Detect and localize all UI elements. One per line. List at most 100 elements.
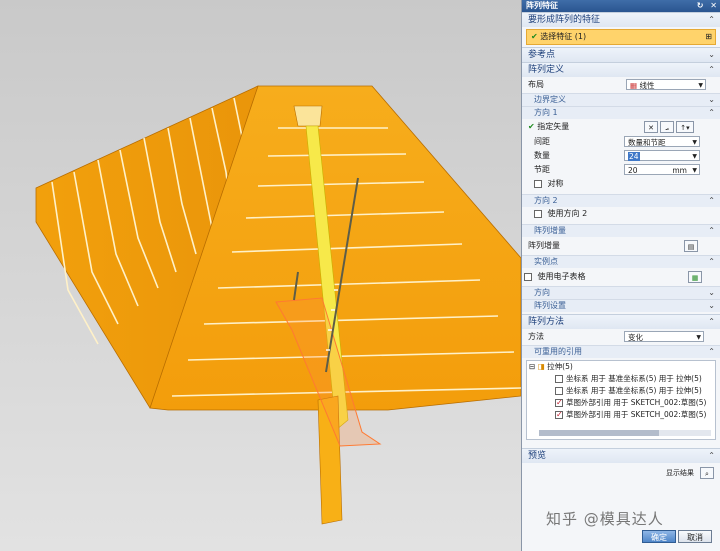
tree-root-label: 拉伸(5) (547, 362, 573, 371)
cancel-button[interactable]: 取消 (678, 530, 712, 543)
spacing-label: 间距 (534, 137, 550, 146)
tree-item-label: 草图外部引用 用于 SKETCH_002:草图(5) (566, 398, 707, 407)
section-feature-label: 要形成阵列的特征 (528, 15, 601, 25)
select-objects-icon[interactable]: ⊞ (705, 30, 712, 44)
section-preview-label: 预览 (528, 451, 547, 461)
section-pattern-method[interactable]: 阵列方法 ⌃ (522, 314, 720, 329)
show-result-row: 显示结果 ⌕ (522, 463, 720, 483)
section-reference-label: 参考点 (528, 50, 556, 60)
chevron-down-icon[interactable]: ⌄ (708, 48, 715, 62)
pitch-value: 20 (628, 166, 638, 175)
tree-item[interactable]: 坐标系 用于 基准坐标系(5) 用于 拉伸(5) (527, 385, 715, 397)
use-direction2-row[interactable]: 使用方向 2 (522, 207, 720, 221)
pitch-row: 节距 20 mm ▼ (522, 163, 720, 177)
watermark: 知乎 @模具达人 (546, 510, 664, 528)
tree-scrollbar[interactable] (539, 430, 711, 436)
count-input[interactable]: 24 ▼ (624, 150, 700, 161)
reusable-header: 可重用的引用 (534, 347, 582, 356)
tree-item[interactable]: 坐标系 用于 基准坐标系(5) 用于 拉伸(5) (527, 373, 715, 385)
tree-item[interactable]: ✓ 草图外部引用 用于 SKETCH_002:草图(5) (527, 409, 715, 421)
chevron-down-icon[interactable]: ⌄ (708, 300, 715, 312)
layout-select[interactable]: ▦ 线性 ▼ (626, 79, 706, 90)
chevron-down-icon[interactable]: ⌄ (708, 287, 715, 299)
section-preview[interactable]: 预览 ⌃ (522, 448, 720, 463)
chevron-up-icon[interactable]: ⌃ (708, 346, 715, 358)
specify-vector-row[interactable]: ✔ 指定矢量 ✕ ⦟ ↑▾ (522, 119, 720, 135)
dropdown-arrow-icon: ▼ (698, 82, 703, 89)
pitch-unit: mm (672, 166, 687, 175)
subsection-direction1[interactable]: 方向 1 ⌃ (522, 106, 720, 119)
pitch-input[interactable]: 20 mm ▼ (624, 164, 700, 175)
reusable-references-tree[interactable]: ⊟ ◨ 拉伸(5) 坐标系 用于 基准坐标系(5) 用于 拉伸(5) 坐标系 用… (526, 360, 716, 440)
increment-label: 阵列增量 (528, 241, 560, 250)
use-direction2-checkbox[interactable] (534, 209, 542, 218)
subsection-instance-point[interactable]: 实例点 ⌃ (522, 255, 720, 268)
chevron-up-icon[interactable]: ⌃ (708, 13, 715, 27)
increment-row: 阵列增量 ▤ (522, 237, 720, 255)
subsection-reusable-references[interactable]: 可重用的引用 ⌃ (522, 345, 720, 358)
symmetric-row[interactable]: 对称 (522, 177, 720, 191)
extrude-icon: ◨ (537, 362, 545, 371)
tree-item-checkbox[interactable]: ✓ (555, 399, 563, 407)
tree-scrollbar-thumb[interactable] (539, 430, 660, 436)
increment-icon[interactable]: ▤ (684, 240, 698, 252)
specify-vector-label: 指定矢量 (537, 122, 570, 131)
spreadsheet-icon[interactable]: ▦ (688, 271, 702, 283)
tree-item-label: 草图外部引用 用于 SKETCH_002:草图(5) (566, 410, 707, 419)
spreadsheet-checkbox[interactable] (524, 272, 532, 281)
cad-viewport[interactable] (0, 0, 521, 551)
vector-dialog-icon[interactable]: ⦟ (660, 121, 674, 133)
collapse-icon[interactable]: ⊟ (529, 362, 535, 371)
section-method-label: 阵列方法 (528, 317, 565, 327)
method-select[interactable]: 变化 ▼ (624, 331, 704, 342)
ok-button[interactable]: 确定 (642, 530, 676, 543)
section-feature[interactable]: 要形成阵列的特征 ⌃ (522, 12, 720, 27)
subsection-direction2[interactable]: 方向 2 ⌃ (522, 194, 720, 207)
chevron-up-icon[interactable]: ⌃ (708, 225, 715, 237)
select-feature-label: 选择特征 (1) (540, 32, 587, 41)
spacing-select[interactable]: 数量和节距 ▼ (624, 136, 700, 147)
dropdown-arrow-icon: ▼ (696, 334, 701, 341)
subsection-increment[interactable]: 阵列增量 ⌃ (522, 224, 720, 237)
chevron-up-icon[interactable]: ⌃ (708, 195, 715, 207)
pitch-label: 节距 (534, 165, 550, 174)
section-reference-point[interactable]: 参考点 ⌄ (522, 47, 720, 62)
magnifier-icon[interactable]: ⌕ (700, 467, 714, 479)
increment-header: 阵列增量 (534, 226, 566, 235)
tree-item[interactable]: ✓ 草图外部引用 用于 SKETCH_002:草图(5) (527, 397, 715, 409)
count-row: 数量 24 ▼ (522, 149, 720, 163)
reverse-direction-icon[interactable]: ✕ (644, 121, 658, 133)
spacing-row: 间距 数量和节距 ▼ (522, 135, 720, 149)
tree-item-checkbox[interactable] (555, 375, 563, 383)
symmetric-label: 对称 (547, 179, 564, 188)
section-pattern-def-label: 阵列定义 (528, 65, 565, 75)
chevron-down-icon[interactable]: ⌄ (708, 94, 715, 106)
reset-icon[interactable]: ↻ (697, 1, 704, 10)
tree-item-label: 坐标系 用于 基准坐标系(5) 用于 拉伸(5) (566, 386, 702, 395)
spreadsheet-row[interactable]: 使用电子表格 ▦ (522, 268, 720, 286)
tree-item-label: 坐标系 用于 基准坐标系(5) 用于 拉伸(5) (566, 374, 702, 383)
method-value: 变化 (628, 333, 643, 342)
subsection-orientation[interactable]: 方向 ⌄ (522, 286, 720, 299)
section-pattern-definition[interactable]: 阵列定义 ⌃ (522, 62, 720, 77)
select-feature-row[interactable]: ✔ 选择特征 (1) ⊞ (526, 29, 716, 45)
chevron-up-icon[interactable]: ⌃ (708, 107, 715, 119)
close-icon[interactable]: ✕ (710, 1, 717, 10)
show-result-label: 显示结果 (666, 469, 694, 477)
chevron-up-icon[interactable]: ⌃ (708, 63, 715, 77)
vector-type-icon[interactable]: ↑▾ (676, 121, 694, 133)
method-row: 方法 变化 ▼ (522, 329, 720, 345)
tree-root[interactable]: ⊟ ◨ 拉伸(5) (527, 361, 715, 373)
tree-item-checkbox[interactable] (555, 387, 563, 395)
subsection-pattern-settings[interactable]: 阵列设置 ⌄ (522, 299, 720, 312)
layout-value: 线性 (639, 81, 655, 90)
subsection-boundary[interactable]: 边界定义 ⌄ (522, 93, 720, 106)
layout-label: 布局 (528, 80, 544, 89)
chevron-up-icon[interactable]: ⌃ (708, 256, 715, 268)
chevron-up-icon[interactable]: ⌃ (708, 315, 715, 329)
tree-item-checkbox[interactable]: ✓ (555, 411, 563, 419)
symmetric-checkbox[interactable] (534, 179, 542, 188)
direction2-header: 方向 2 (534, 196, 558, 205)
chevron-up-icon[interactable]: ⌃ (708, 449, 715, 463)
layout-row: 布局 ▦ 线性 ▼ (522, 77, 720, 93)
